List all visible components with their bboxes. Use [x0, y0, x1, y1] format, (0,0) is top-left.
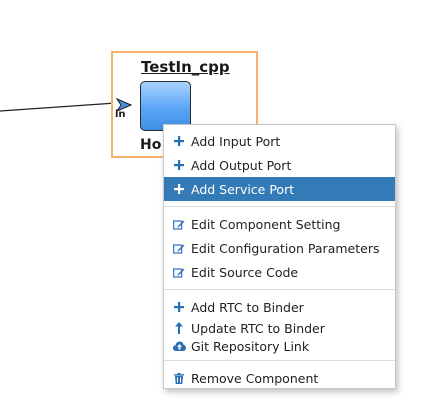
menu-item-git-repository-link[interactable]: Git Repository Link	[164, 337, 395, 355]
context-menu: Add Input Port Add Output Port Add Service…	[163, 124, 396, 389]
plus-icon	[173, 184, 185, 194]
menu-item-update-rtc-to-binder[interactable]: Update RTC to Binder	[164, 319, 395, 337]
menu-item-label: Git Repository Link	[191, 338, 310, 354]
plus-icon	[173, 160, 185, 170]
menu-separator	[164, 206, 395, 207]
menu-separator	[164, 360, 395, 361]
menu-item-add-rtc-to-binder[interactable]: Add RTC to Binder	[164, 295, 395, 319]
menu-item-add-service-port[interactable]: Add Service Port	[164, 177, 395, 201]
edit-icon	[173, 267, 185, 278]
menu-item-edit-component-setting[interactable]: Edit Component Setting	[164, 212, 395, 236]
menu-item-label: Update RTC to Binder	[191, 320, 325, 336]
edit-icon	[173, 243, 185, 254]
menu-item-add-input-port[interactable]: Add Input Port	[164, 129, 395, 153]
menu-separator	[164, 289, 395, 290]
trash-icon	[173, 372, 185, 384]
diagram-canvas[interactable]: TestIn_cpp in Ho Add Input Port Add Outpu…	[0, 0, 429, 412]
menu-item-add-output-port[interactable]: Add Output Port	[164, 153, 395, 177]
menu-item-edit-source-code[interactable]: Edit Source Code	[164, 260, 395, 284]
menu-item-label: Add Output Port	[191, 157, 292, 173]
connection-line	[0, 102, 117, 112]
plus-icon	[173, 136, 185, 146]
menu-item-edit-configuration-parameters[interactable]: Edit Configuration Parameters	[164, 236, 395, 260]
menu-item-remove-component[interactable]: Remove Component	[164, 366, 395, 390]
component-name: TestIn_cpp	[141, 58, 230, 76]
edit-icon	[173, 219, 185, 230]
menu-item-label: Add Service Port	[191, 181, 295, 197]
host-label: Ho	[140, 137, 162, 153]
menu-item-label: Edit Source Code	[191, 264, 299, 280]
arrow-up-icon	[173, 322, 185, 334]
menu-item-label: Edit Configuration Parameters	[191, 240, 380, 256]
menu-item-label: Add RTC to Binder	[191, 299, 304, 315]
menu-item-label: Edit Component Setting	[191, 216, 341, 232]
menu-item-label: Add Input Port	[191, 133, 281, 149]
plus-icon	[173, 302, 185, 312]
cloud-upload-icon	[173, 341, 186, 351]
in-port-label: in	[115, 109, 126, 120]
menu-item-label: Remove Component	[191, 370, 319, 386]
